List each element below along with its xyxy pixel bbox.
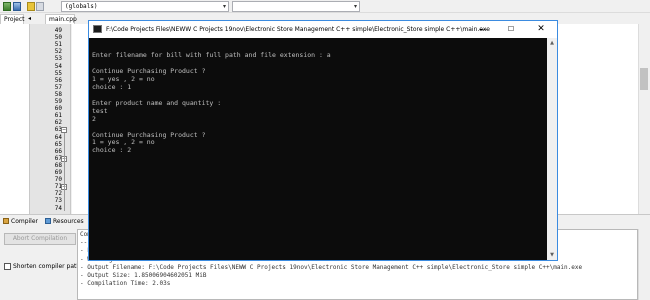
project-panel — [0, 24, 30, 214]
compiler-icon — [3, 218, 9, 224]
maximize-button[interactable]: ☐ — [497, 21, 525, 38]
log-line: - Compilation Time: 2.03s — [80, 280, 171, 288]
log-line: - Output Filename: F:\Code Projects File… — [80, 263, 583, 271]
console-line: choice : 2 — [92, 146, 132, 155]
console-line: 2 — [92, 114, 96, 123]
console-line: test — [92, 106, 108, 115]
console-line: Enter product name and quantity : — [92, 98, 222, 107]
run-icon[interactable] — [3, 2, 11, 11]
tab-compiler[interactable]: Compiler — [3, 217, 38, 227]
scope-combo-value: (globals) — [65, 3, 98, 10]
debug-icon[interactable] — [13, 2, 21, 11]
scroll-up-icon[interactable]: ▲ — [548, 39, 556, 47]
console-output[interactable]: Enter filename for bill with full path a… — [89, 38, 547, 260]
tab-compiler-label: Compiler — [11, 218, 39, 225]
console-line: 1 = yes , 2 = no — [92, 74, 155, 83]
editor-gutter: 495051525354555657585960616263−64656667−… — [30, 24, 71, 214]
console-line: Continue Purchasing Product ? — [92, 130, 206, 139]
console-scrollbar[interactable]: ▲ ▼ — [547, 38, 557, 260]
close-button[interactable]: ✕ — [527, 21, 555, 38]
tab-scroll-left-icon[interactable]: ◂ — [25, 14, 34, 24]
console-line: Continue Purchasing Product ? — [92, 66, 206, 75]
log-line: - Output Size: 1.85006904602051 MiB — [80, 272, 207, 279]
console-line: choice : 1 — [92, 82, 132, 91]
editor-scrollbar-thumb[interactable] — [640, 68, 648, 90]
minimize-button[interactable]: — — [469, 21, 497, 38]
tab-resources-label: Resources — [53, 218, 84, 225]
console-window[interactable]: F:\Code Projects Files\NEWW C Projects 1… — [88, 20, 558, 261]
scope-combo[interactable]: (globals) ▾ — [61, 1, 229, 12]
editor-scrollbar[interactable] — [638, 24, 650, 214]
bookmark-icon[interactable] — [27, 2, 35, 11]
main-toolbar: (globals) ▾ ▾ — [0, 0, 650, 13]
line-number: 74 — [54, 204, 62, 212]
shorten-paths-label: Shorten compiler paths — [13, 263, 84, 270]
resources-icon — [45, 218, 51, 224]
console-title: F:\Code Projects Files\NEWW C Projects 1… — [106, 26, 490, 33]
tab-project[interactable]: Project — [0, 14, 25, 24]
console-titlebar[interactable]: F:\Code Projects Files\NEWW C Projects 1… — [89, 21, 557, 38]
tab-main-cpp[interactable]: main.cpp — [45, 14, 77, 24]
fold-guide-line — [64, 133, 65, 212]
log-scrollbar[interactable] — [638, 229, 650, 300]
abort-compilation-button[interactable]: Abort Compilation — [4, 233, 76, 245]
console-icon — [93, 25, 102, 33]
console-line: 1 = yes , 2 = no — [92, 138, 155, 147]
chevron-down-icon: ▾ — [353, 3, 357, 10]
shorten-paths-checkbox[interactable] — [4, 263, 11, 270]
goto-icon[interactable] — [36, 2, 44, 11]
console-line: Enter filename for bill with full path a… — [92, 51, 331, 59]
scroll-down-icon[interactable]: ▼ — [548, 251, 556, 259]
chevron-down-icon: ▾ — [222, 3, 226, 10]
member-combo[interactable]: ▾ — [232, 1, 360, 12]
tab-resources[interactable]: Resources — [45, 217, 84, 227]
